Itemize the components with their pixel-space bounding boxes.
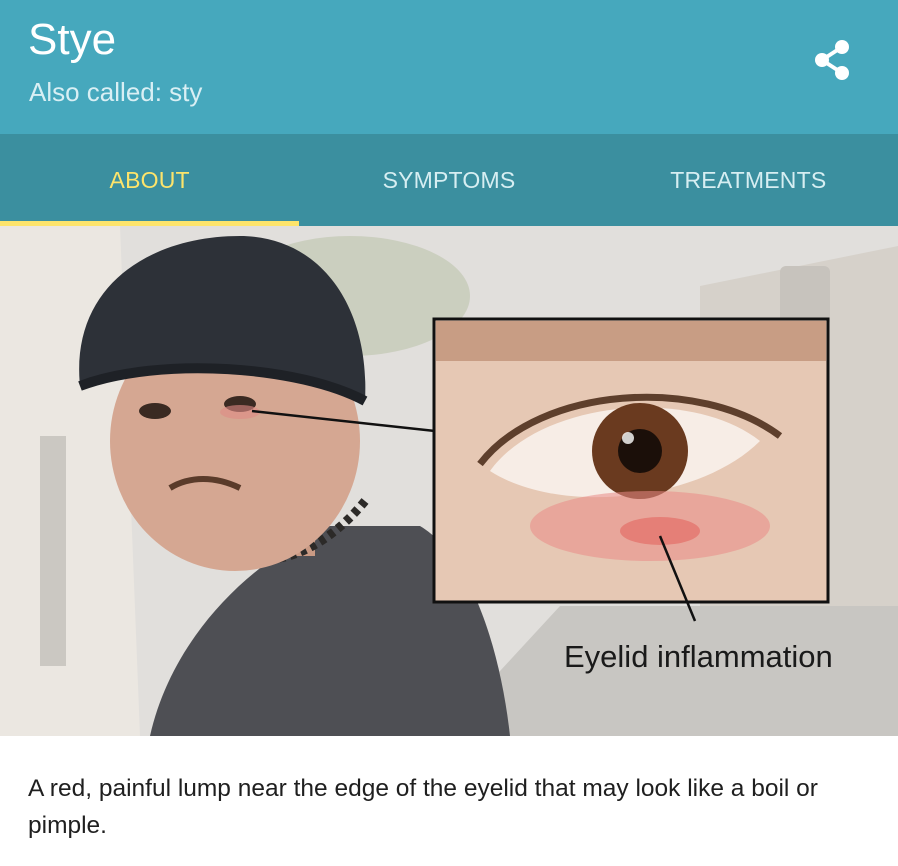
- condition-description: A red, painful lump near the edge of the…: [28, 775, 818, 839]
- page-subtitle: Also called: sty: [29, 77, 203, 107]
- tab-symptoms[interactable]: SYMPTOMS: [299, 134, 598, 226]
- callout-label: Eyelid inflammation: [564, 639, 833, 674]
- tab-bar: ABOUT SYMPTOMS TREATMENTS: [0, 134, 898, 226]
- app-header: Stye Also called: sty: [0, 0, 898, 134]
- medical-illustration: Eyelid inflammation: [0, 226, 898, 736]
- tab-about[interactable]: ABOUT: [0, 134, 300, 226]
- page-title: Stye: [28, 15, 117, 64]
- share-icon[interactable]: [812, 38, 852, 82]
- tab-treatments[interactable]: TREATMENTS: [599, 134, 898, 226]
